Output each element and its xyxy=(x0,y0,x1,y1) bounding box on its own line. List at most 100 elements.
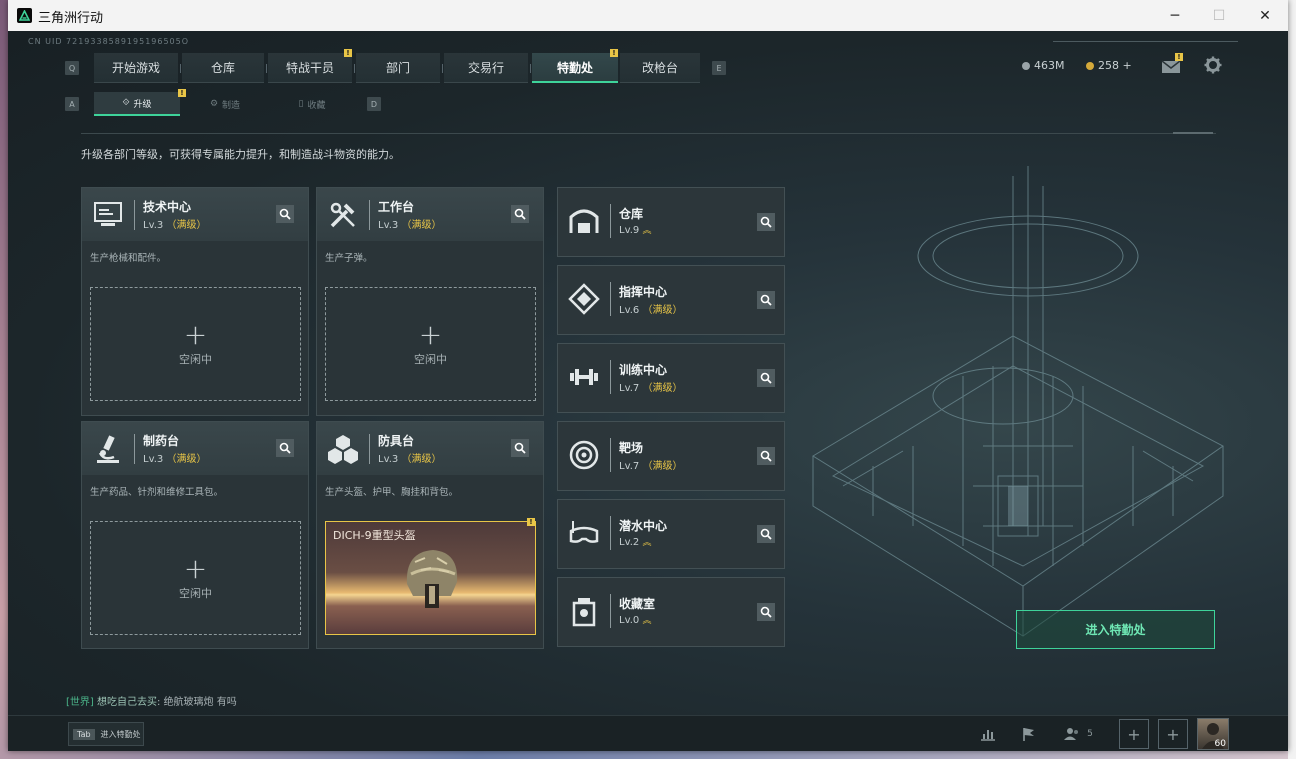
tab-gunsmith[interactable]: 改枪台 xyxy=(620,53,700,83)
add-icon: + xyxy=(183,552,208,585)
stats-button[interactable] xyxy=(972,722,1004,746)
slot-status: 空闲中 xyxy=(179,353,212,366)
workshop-level: Lv.3 （满级） xyxy=(143,220,207,231)
flag-icon xyxy=(1023,728,1034,741)
workshop-card-tech-center[interactable]: 技术中心 Lv.3 （满级） 生产枪械和配件。 + 空闲中 xyxy=(81,187,309,416)
nav-next-key[interactable]: E xyxy=(712,61,726,75)
subtab-craft[interactable]: ⚙ 制造 xyxy=(184,92,266,116)
inspect-button[interactable] xyxy=(511,439,529,457)
top-divider xyxy=(1053,41,1238,42)
workshop-name: 技术中心 xyxy=(143,200,192,214)
facility-level: Lv.0 ︽ xyxy=(619,615,652,626)
facility-card-warehouse[interactable]: 仓库 Lv.9 ︽ xyxy=(557,187,785,257)
search-icon xyxy=(760,606,772,618)
nav-prev-key[interactable]: Q xyxy=(65,61,79,75)
workshop-name: 工作台 xyxy=(378,200,415,214)
add-teammate-button[interactable]: + xyxy=(1158,719,1188,749)
helmet-item-icon xyxy=(406,550,458,608)
facility-name: 指挥中心 xyxy=(619,285,668,299)
dive-mask-icon xyxy=(569,521,599,543)
gold-coin-icon xyxy=(1086,61,1094,70)
minimize-button[interactable]: ─ xyxy=(1152,0,1198,31)
game-viewport: CN UID 7219338589195196505O Q 开始游戏 仓库 特战… xyxy=(8,31,1288,751)
subnav-next-key[interactable]: D xyxy=(367,97,381,111)
inspect-button[interactable] xyxy=(757,213,775,231)
tab-operators[interactable]: 特战干员 xyxy=(268,53,352,83)
workshop-level: Lv.3 （满级） xyxy=(143,454,207,465)
chat-nickname: 想吃自己去买 xyxy=(97,697,157,708)
microscope-icon xyxy=(97,435,119,463)
production-slot-empty[interactable]: + 空闲中 xyxy=(90,287,301,401)
header-separator xyxy=(134,434,135,464)
subnav-prev-key[interactable]: A xyxy=(65,97,79,111)
player-level: 60 xyxy=(1214,739,1226,749)
tab-start-game[interactable]: 开始游戏 xyxy=(94,53,178,83)
facility-card-shooting-range[interactable]: 靶场 Lv.7 （满级） xyxy=(557,421,785,491)
header-separator xyxy=(369,434,370,464)
collection-icon xyxy=(572,598,596,627)
tab-shortcut-hint[interactable]: Tab 进入特勤处 xyxy=(68,722,144,746)
subtab-upgrade[interactable]: ⟐ 升级 xyxy=(94,92,180,116)
facility-name: 训练中心 xyxy=(619,363,668,377)
crafted-item-name: DICH-9重型头盔 xyxy=(333,529,416,542)
settings-button[interactable] xyxy=(1204,56,1222,74)
maximize-button[interactable]: ☐ xyxy=(1196,0,1242,31)
slot-status: 空闲中 xyxy=(179,587,212,600)
missions-button[interactable] xyxy=(1013,722,1045,746)
subtab-collection[interactable]: ▯ 收藏 xyxy=(270,92,354,116)
facility-card-command-center[interactable]: 指挥中心 Lv.6 （满级） xyxy=(557,265,785,335)
facility-card-collection-room[interactable]: 收藏室 Lv.0 ︽ xyxy=(557,577,785,647)
gold-currency[interactable]: 258 + xyxy=(1086,59,1132,72)
world-chat-line[interactable]: [世界] 想吃自己去买: 绝航玻璃炮 有吗 xyxy=(66,693,237,708)
gold-amount: 258 + xyxy=(1098,59,1132,72)
workshop-card-armor-bench[interactable]: 防具台 Lv.3 （满级） 生产头盔、护甲、胸挂和背包。 DICH-9重型头盔 … xyxy=(316,421,544,649)
inspect-button[interactable] xyxy=(757,525,775,543)
workshop-card-pharmacy[interactable]: 制药台 Lv.3 （满级） 生产药品、针剂和维修工具包。 + 空闲中 xyxy=(81,421,309,649)
facility-level: Lv.7 （满级） xyxy=(619,383,683,394)
tab-warehouse[interactable]: 仓库 xyxy=(182,53,264,83)
enter-special-ops-button[interactable]: 进入特勤处 xyxy=(1016,610,1215,649)
production-slot-empty[interactable]: + 空闲中 xyxy=(90,521,301,635)
inspect-button[interactable] xyxy=(276,205,294,223)
production-slot-empty[interactable]: + 空闲中 xyxy=(325,287,536,401)
gear-icon xyxy=(1204,56,1222,74)
tab-trading[interactable]: 交易行 xyxy=(444,53,528,83)
header-separator xyxy=(610,360,611,394)
player-avatar[interactable]: 60 xyxy=(1197,718,1229,750)
workshop-card-workbench[interactable]: 工作台 Lv.3 （满级） 生产子弹。 + 空闲中 xyxy=(316,187,544,416)
workshop-level: Lv.3 （满级） xyxy=(378,220,442,231)
friends-count: 5 xyxy=(1087,729,1093,739)
subtab-collection-label: 收藏 xyxy=(307,100,326,111)
facility-card-training-center[interactable]: 训练中心 Lv.7 （满级） xyxy=(557,343,785,413)
facility-level: Lv.7 （满级） xyxy=(619,461,683,472)
facility-card-diving-center[interactable]: 潜水中心 Lv.2 ︽ xyxy=(557,499,785,569)
player-uid: CN UID 7219338589195196505O xyxy=(28,37,190,46)
tab-special-ops[interactable]: 特勤处 xyxy=(532,53,618,83)
close-button[interactable]: ✕ xyxy=(1242,0,1288,31)
inspect-button[interactable] xyxy=(757,447,775,465)
chat-message: 绝航玻璃炮 有吗 xyxy=(163,697,237,708)
friends-button[interactable]: 5 xyxy=(1062,722,1094,746)
search-icon xyxy=(760,528,772,540)
inspect-button[interactable] xyxy=(757,369,775,387)
workshop-description: 生产子弹。 xyxy=(325,253,373,264)
bottom-bar: Tab 进入特勤处 5 + + 60 xyxy=(8,715,1288,751)
item-alert-badge: ! xyxy=(527,518,535,526)
inspect-button[interactable] xyxy=(757,291,775,309)
inspect-button[interactable] xyxy=(511,205,529,223)
add-teammate-button[interactable]: + xyxy=(1119,719,1149,749)
mail-button[interactable] xyxy=(1161,59,1181,73)
inspect-button[interactable] xyxy=(276,439,294,457)
header-separator xyxy=(610,438,611,472)
divider-mark xyxy=(1173,132,1213,134)
armor-blocks-icon xyxy=(328,435,358,464)
inspect-button[interactable] xyxy=(757,603,775,621)
operators-alert-badge: ! xyxy=(344,49,352,57)
friends-icon xyxy=(1064,728,1079,740)
search-icon xyxy=(760,294,772,306)
production-slot-helmet[interactable]: DICH-9重型头盔 xyxy=(325,521,536,635)
computer-icon xyxy=(94,202,122,226)
tab-departments[interactable]: 部门 xyxy=(356,53,440,83)
facility-level: Lv.2 ︽ xyxy=(619,537,652,548)
add-icon: + xyxy=(183,318,208,351)
